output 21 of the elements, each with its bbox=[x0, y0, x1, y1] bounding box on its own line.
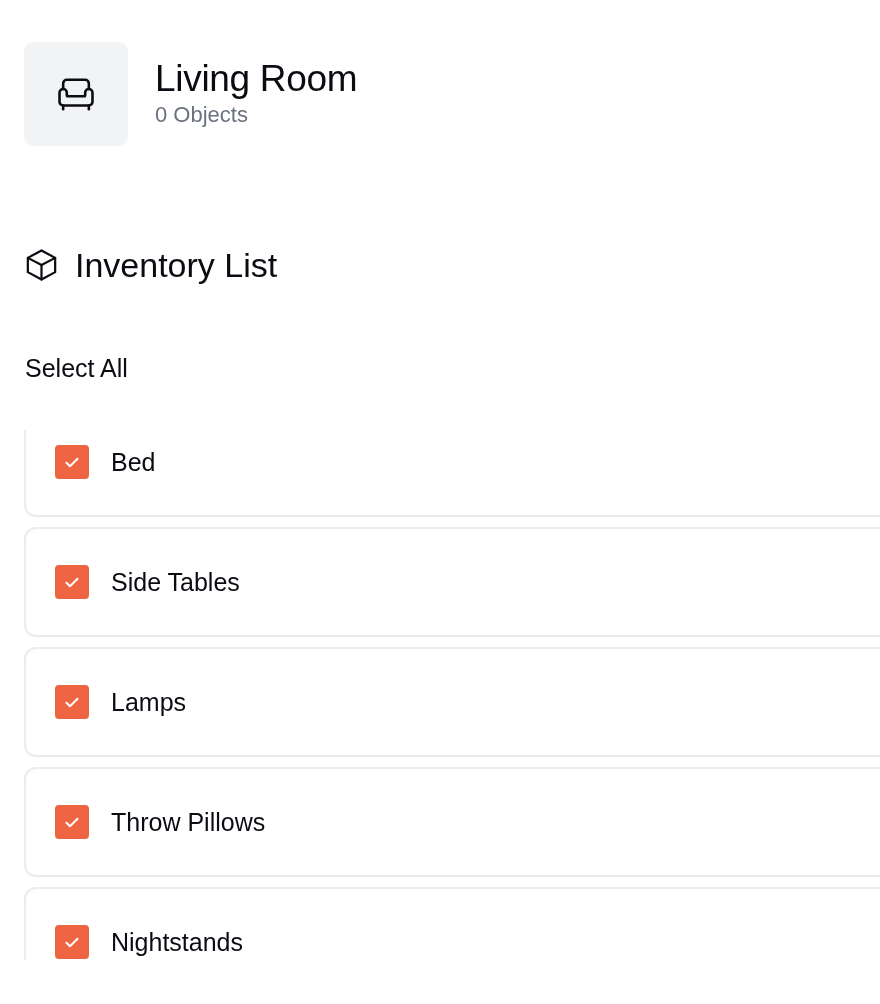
check-icon bbox=[65, 456, 79, 468]
item-label: Nightstands bbox=[111, 927, 244, 957]
check-icon bbox=[65, 696, 79, 708]
room-title: Living Room bbox=[155, 58, 358, 100]
item-label: Bed bbox=[111, 447, 156, 477]
checkbox[interactable] bbox=[55, 565, 89, 599]
check-icon bbox=[65, 576, 79, 588]
checkbox[interactable] bbox=[55, 925, 89, 959]
check-icon bbox=[65, 936, 79, 948]
checkbox[interactable] bbox=[55, 685, 89, 719]
object-count: 0 Objects bbox=[155, 102, 249, 128]
cube-icon bbox=[26, 249, 57, 281]
item-label: Lamps bbox=[111, 687, 187, 717]
check-icon bbox=[65, 816, 79, 828]
item-label: Side Tables bbox=[111, 567, 240, 597]
item-label: Throw Pillows bbox=[111, 807, 266, 837]
select-all-button[interactable]: Select All bbox=[25, 353, 128, 383]
checkbox[interactable] bbox=[55, 805, 89, 839]
section-title: Inventory List bbox=[75, 245, 278, 285]
armchair-icon bbox=[24, 42, 128, 146]
checkbox[interactable] bbox=[55, 445, 89, 479]
